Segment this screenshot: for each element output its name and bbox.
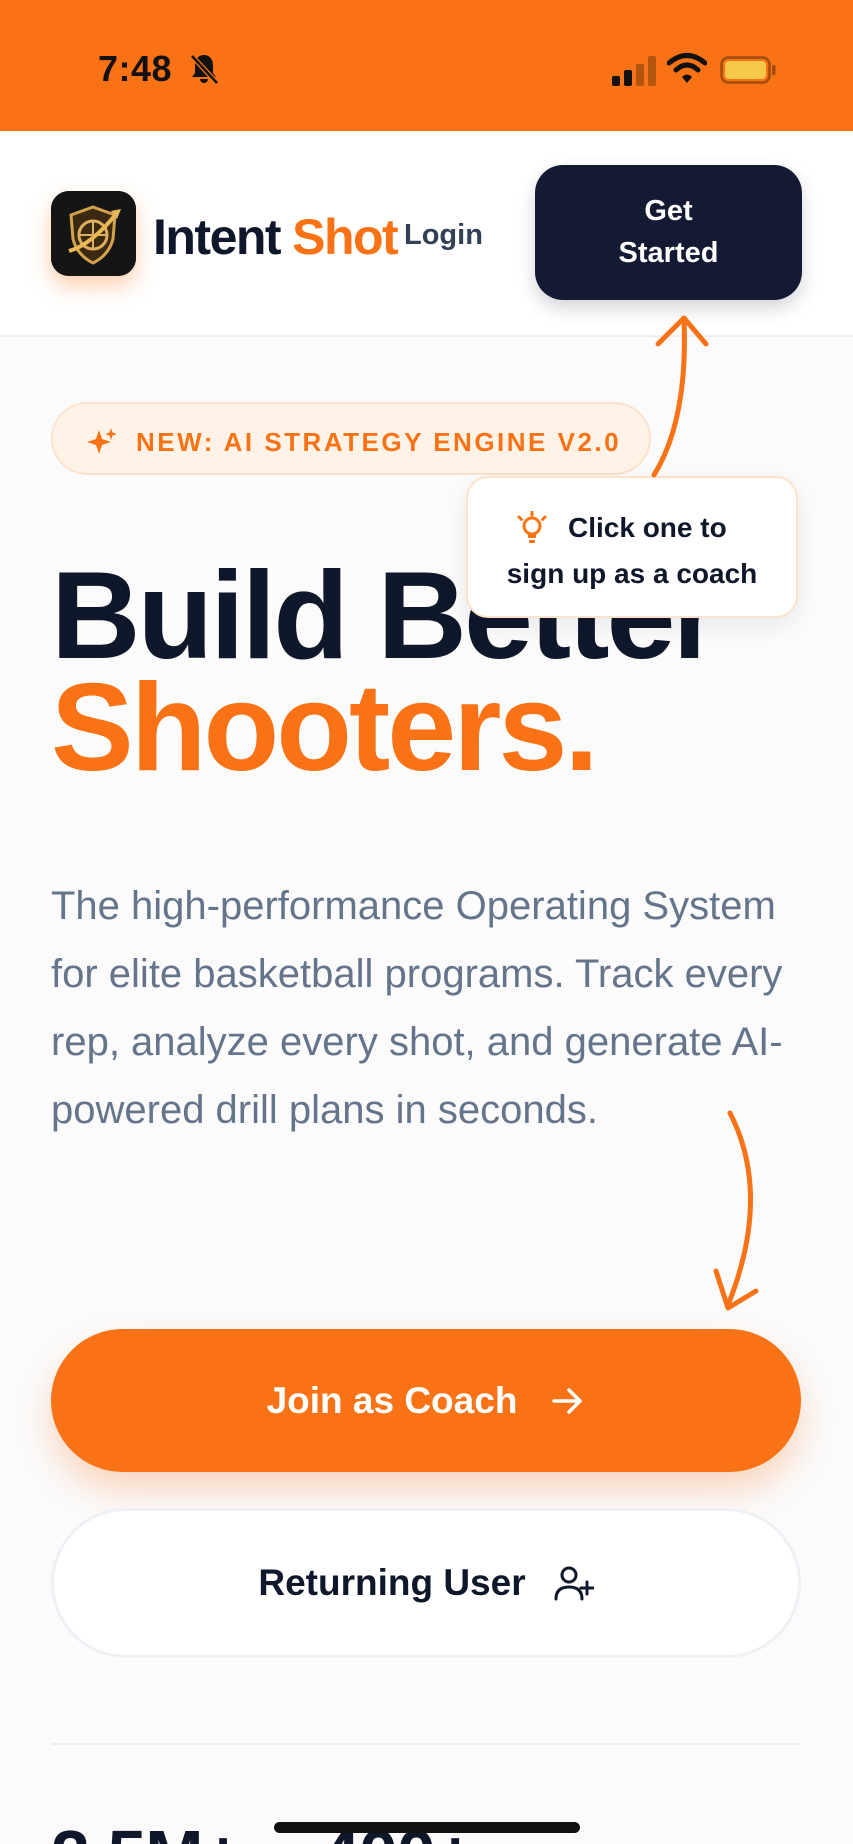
stat-value-1: 2.5M+ — [51, 1815, 243, 1844]
status-time: 7:48 — [98, 48, 173, 89]
announcement-badge-text: NEW: AI STRATEGY ENGINE V2.0 — [136, 427, 622, 457]
tooltip-text-line1: Click one to — [568, 512, 727, 543]
lightbulb-icon — [517, 511, 547, 543]
battery-icon — [720, 56, 776, 84]
hero-description: The high-performance Operating System fo… — [51, 884, 783, 1132]
tooltip-text-line2: sign up as a coach — [506, 558, 758, 589]
sparkle-icon — [87, 428, 117, 454]
status-bar: 7:48 — [0, 0, 853, 131]
returning-user-label: Returning User — [258, 1562, 526, 1603]
brand-name-part1: Intent — [153, 209, 282, 265]
brand-name-part2: Shot — [292, 209, 399, 265]
login-link[interactable]: Login — [404, 219, 483, 252]
curved-arrow-down-icon — [713, 1110, 759, 1311]
join-as-coach-label: Join as Coach — [266, 1379, 518, 1421]
app-logo[interactable] — [51, 191, 136, 276]
basketball-shield-logo-icon — [51, 191, 136, 276]
curved-arrow-up-icon — [651, 315, 709, 478]
signup-hint-tooltip: Click one to sign up as a coach — [466, 476, 798, 618]
home-indicator[interactable] — [274, 1822, 580, 1833]
app-header: Intent Shot Login Get Started — [0, 131, 853, 337]
get-started-button[interactable]: Get Started — [535, 165, 802, 300]
brand-name: Intent Shot — [153, 208, 399, 266]
section-divider — [51, 1743, 801, 1745]
join-as-coach-button[interactable]: Join as Coach — [51, 1329, 801, 1472]
bell-slash-icon — [190, 54, 219, 85]
get-started-label-line1: Get — [644, 195, 693, 227]
cellular-signal-icon — [612, 56, 656, 86]
returning-user-button[interactable]: Returning User — [51, 1508, 801, 1658]
user-plus-icon — [554, 1566, 594, 1601]
get-started-label-line2: Started — [618, 237, 719, 269]
arrow-right-icon — [552, 1387, 583, 1414]
hero-headline-line2: Shooters. — [51, 659, 599, 797]
announcement-badge[interactable]: NEW: AI STRATEGY ENGINE V2.0 — [51, 402, 651, 475]
wifi-icon — [667, 53, 707, 83]
